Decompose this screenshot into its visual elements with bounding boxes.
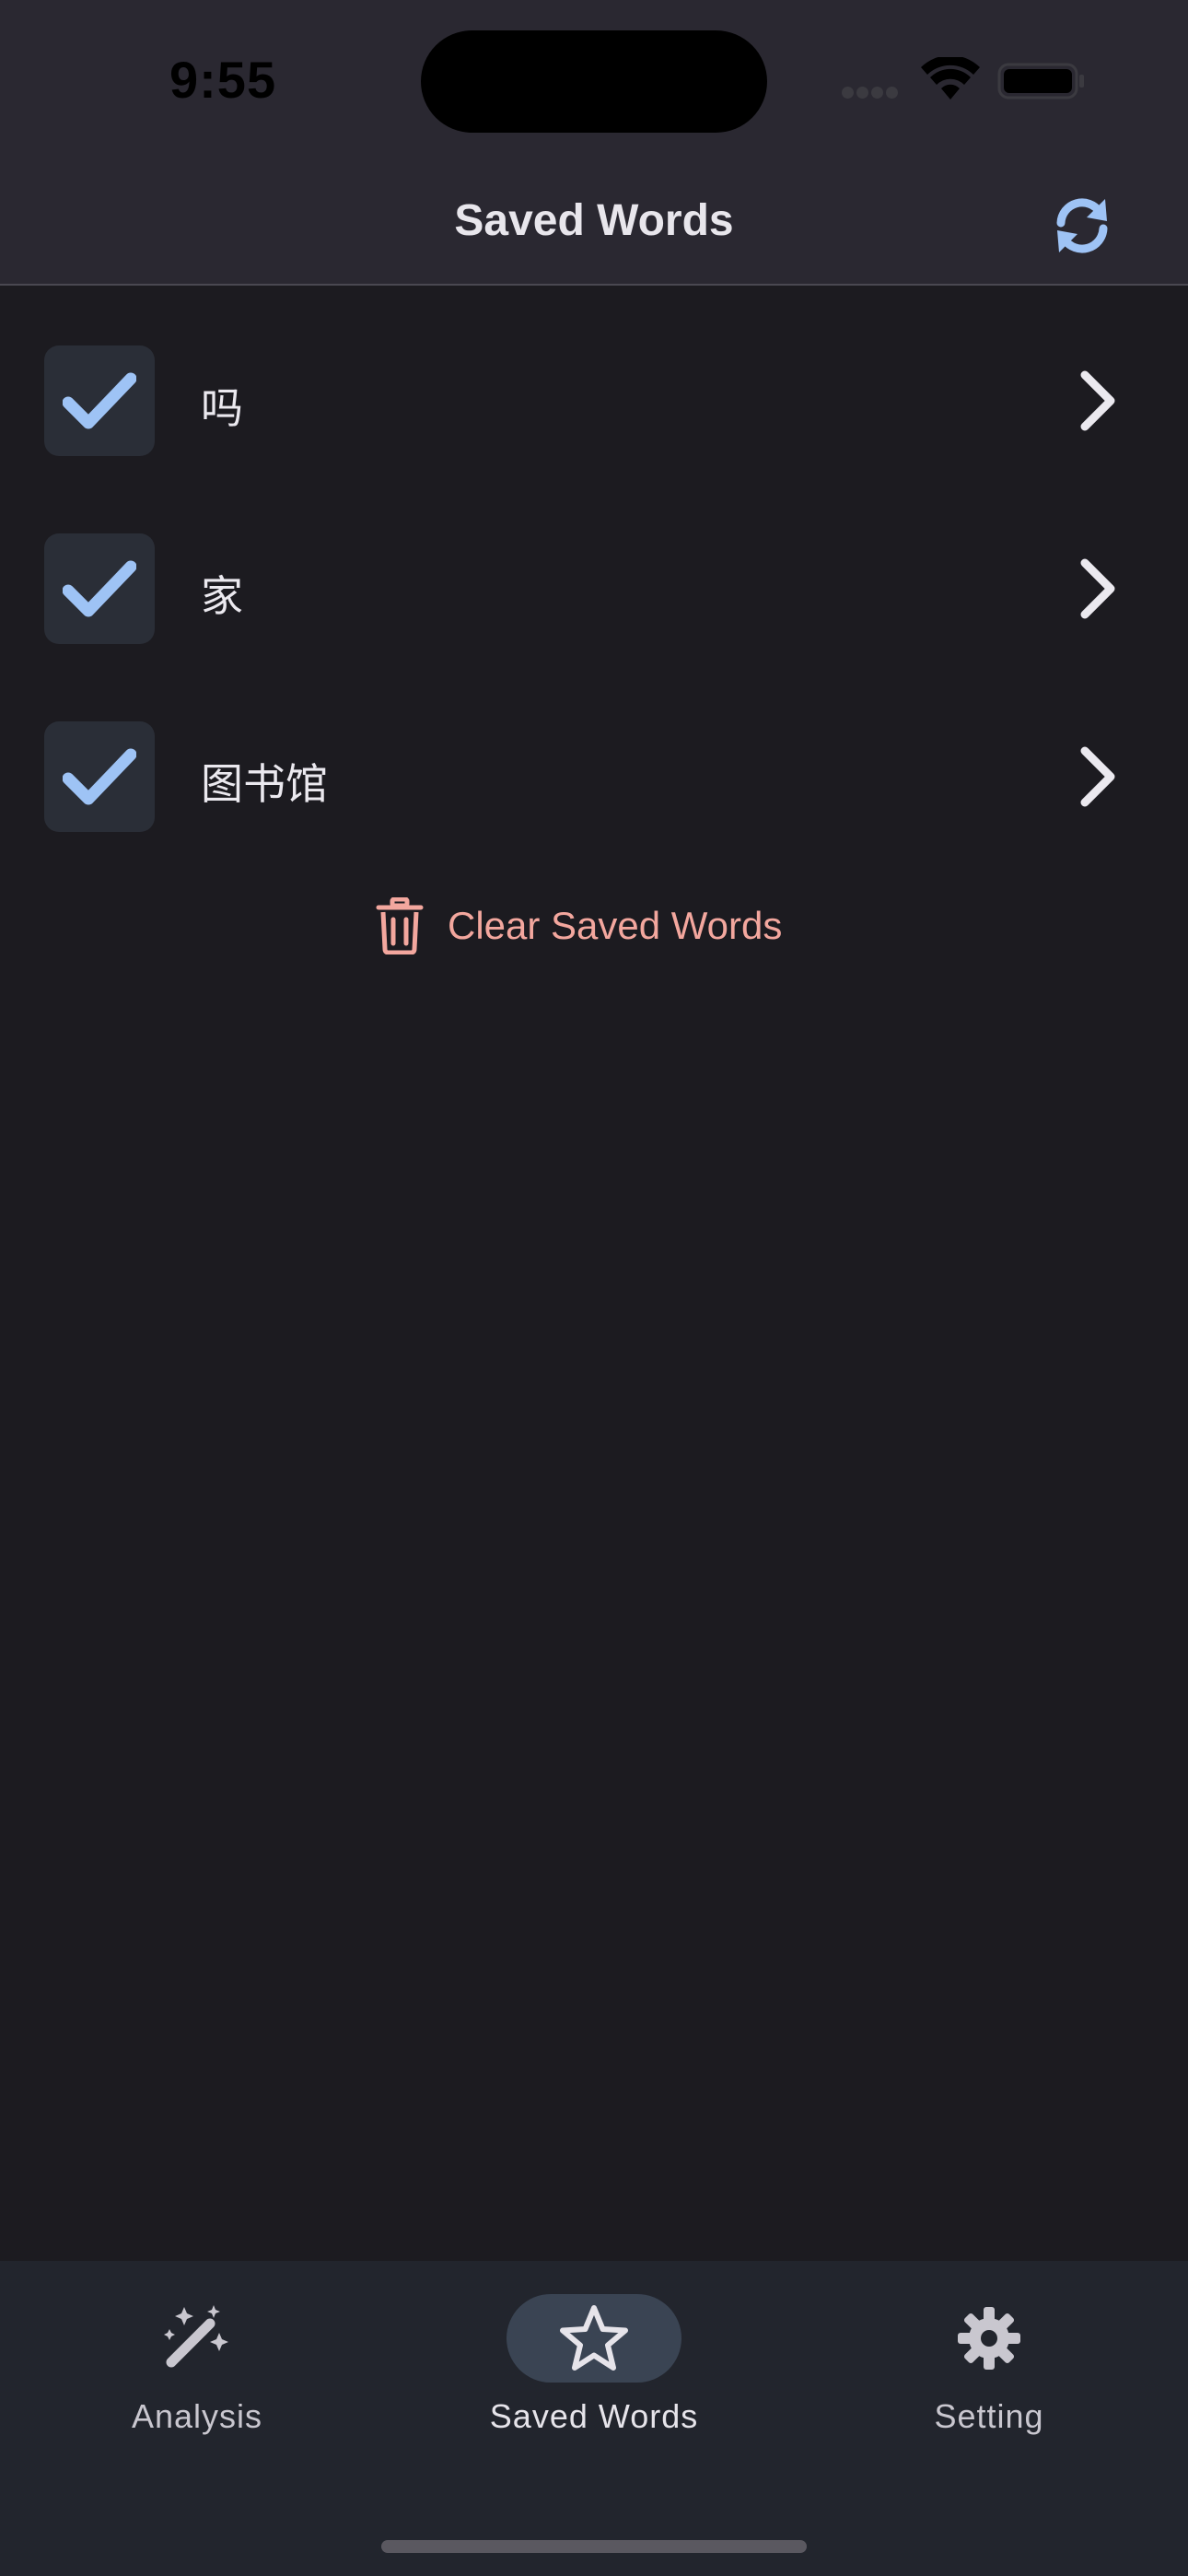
home-indicator	[381, 2540, 807, 2553]
list-item[interactable]: 图书馆	[0, 703, 1188, 832]
check-icon	[63, 560, 136, 617]
tab-saved-words[interactable]: Saved Words	[442, 2261, 746, 2473]
list-item[interactable]: 家	[0, 515, 1188, 644]
wifi-icon	[921, 57, 980, 100]
dynamic-island	[421, 30, 767, 133]
check-icon	[63, 372, 136, 429]
bottom-navigation-bar: Analysis Saved Words Setting	[0, 2261, 1188, 2576]
list-item[interactable]: 吗	[0, 327, 1188, 456]
word-checkbox[interactable]	[44, 533, 155, 644]
status-time: 9:55	[169, 51, 277, 109]
word-label: 吗	[201, 383, 243, 433]
tab-analysis-label: Analysis	[131, 2397, 263, 2435]
tab-setting-label: Setting	[934, 2397, 1044, 2435]
tab-setting-icon-wrap	[902, 2294, 1077, 2383]
check-icon	[63, 748, 136, 805]
cellular-signal-icon	[842, 87, 906, 100]
page-title: Saved Words	[454, 196, 734, 245]
chevron-right-icon[interactable]	[1076, 368, 1120, 434]
tab-analysis[interactable]: Analysis	[45, 2261, 349, 2473]
tab-saved-words-label: Saved Words	[489, 2397, 699, 2435]
star-icon	[560, 2305, 628, 2371]
gear-icon	[958, 2307, 1020, 2370]
top-bar: 9:55 Saved Words	[0, 0, 1188, 286]
battery-icon	[997, 63, 1084, 100]
saved-words-screen: 9:55 Saved Words 吗 家 图书馆 Clear Saved Wor…	[0, 0, 1188, 2576]
word-label: 家	[201, 571, 243, 621]
tab-analysis-icon-wrap	[110, 2294, 285, 2383]
magic-wand-icon	[164, 2305, 228, 2368]
trash-icon	[376, 897, 424, 954]
tab-saved-words-icon-wrap	[507, 2294, 681, 2383]
clear-saved-words-button[interactable]: Clear Saved Words	[376, 894, 782, 958]
chevron-right-icon[interactable]	[1076, 744, 1120, 810]
clear-saved-words-label: Clear Saved Words	[448, 904, 783, 947]
tab-setting[interactable]: Setting	[837, 2261, 1141, 2473]
word-label: 图书馆	[201, 759, 328, 809]
word-checkbox[interactable]	[44, 345, 155, 456]
chevron-right-icon[interactable]	[1076, 556, 1120, 622]
refresh-icon	[1056, 198, 1108, 253]
word-checkbox[interactable]	[44, 721, 155, 832]
refresh-button[interactable]	[1050, 193, 1114, 258]
